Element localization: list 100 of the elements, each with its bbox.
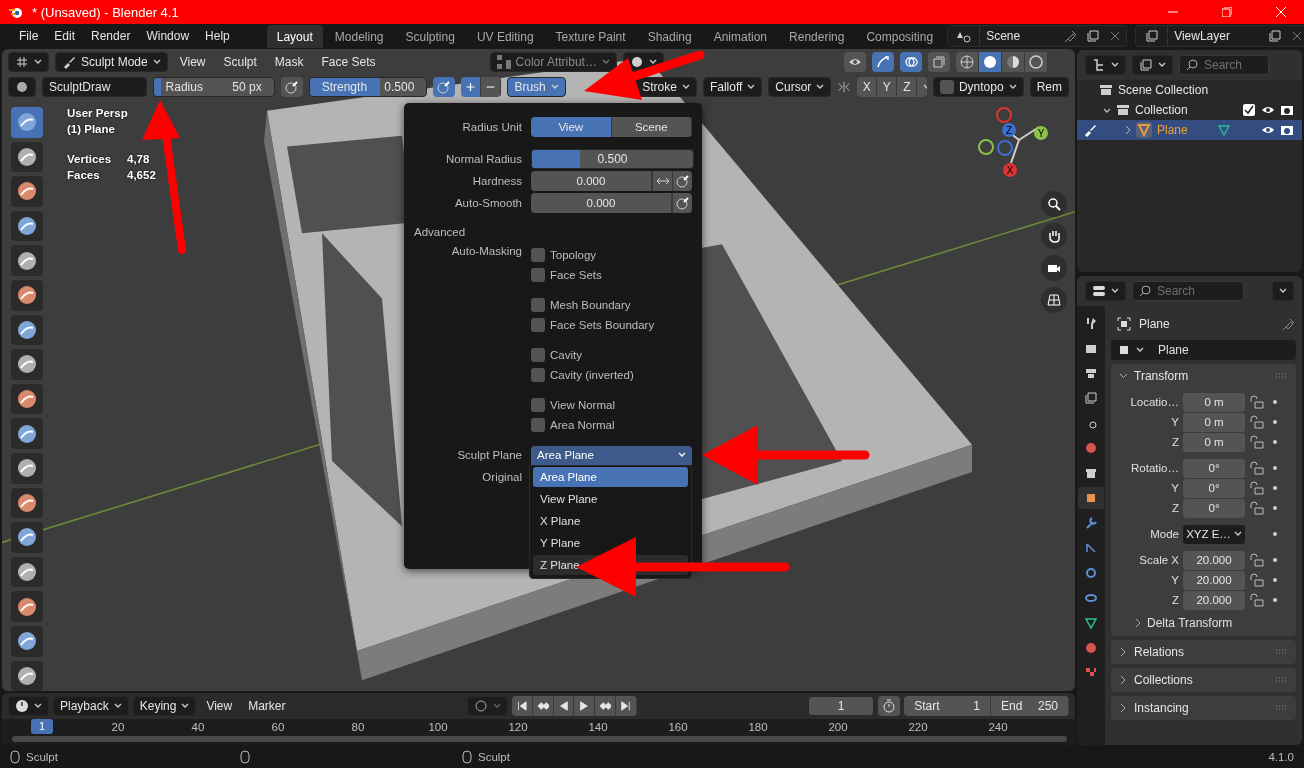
workspace-tab[interactable]: UV Editing xyxy=(466,25,544,48)
brush-tool-button[interactable] xyxy=(11,314,43,346)
axis-handle[interactable] xyxy=(978,139,994,155)
checkbox[interactable] xyxy=(531,398,545,412)
projection-button[interactable] xyxy=(1041,287,1067,313)
add-button[interactable] xyxy=(461,77,482,97)
invert-button[interactable] xyxy=(652,171,672,191)
checkbox[interactable] xyxy=(531,248,545,262)
brush-dropdown[interactable]: Brush xyxy=(507,77,566,97)
pressure-button[interactable] xyxy=(280,77,303,97)
keyframe-dot[interactable] xyxy=(1273,532,1277,536)
options-dropdown[interactable] xyxy=(1272,281,1294,301)
number-field[interactable]: 20.000 xyxy=(1183,590,1245,610)
number-field[interactable]: 0° xyxy=(1183,458,1245,478)
brush-tool-button[interactable] xyxy=(11,452,43,484)
axis-handle[interactable]: Z xyxy=(1002,123,1016,137)
shading-button[interactable] xyxy=(1001,52,1025,72)
brush-tool-button[interactable] xyxy=(11,383,43,415)
tree-item[interactable]: Collection xyxy=(1135,103,1237,117)
menu-option[interactable]: Y Plane xyxy=(533,533,688,553)
number-slider[interactable]: 0.500 xyxy=(531,149,694,169)
header-menu[interactable]: View xyxy=(173,53,212,71)
settings-dropdown[interactable]: Cursor xyxy=(768,77,832,97)
axis-handle[interactable] xyxy=(996,107,1012,123)
keyframe-dot[interactable] xyxy=(1273,558,1277,562)
brush-tool-button[interactable] xyxy=(11,176,43,207)
header-menu[interactable]: Mask xyxy=(268,53,310,71)
current-frame-marker[interactable]: 1 xyxy=(31,719,53,734)
dyntopo-dropdown[interactable]: Dyntopo xyxy=(932,77,1024,97)
end-frame-field[interactable]: End 250 xyxy=(991,696,1069,716)
remesh-dropdown[interactable]: Rem xyxy=(1029,77,1069,97)
keyframe-dot[interactable] xyxy=(1273,440,1277,444)
editor-type-button[interactable] xyxy=(8,52,49,72)
timeline-menu[interactable]: Marker xyxy=(242,697,292,715)
keyframe-dot[interactable] xyxy=(1273,578,1277,582)
checkbox-option[interactable]: View Normal xyxy=(531,395,692,415)
brush-tool-button[interactable] xyxy=(11,279,43,311)
axis-toggle[interactable]: Z xyxy=(897,77,918,97)
settings-dropdown[interactable]: Stroke xyxy=(635,77,697,97)
radius-unit-option[interactable]: View xyxy=(531,117,612,137)
keyframe-dot[interactable] xyxy=(1273,598,1277,602)
checkbox-option[interactable]: Face Sets Boundary xyxy=(531,315,692,335)
playback-button[interactable] xyxy=(553,696,575,716)
toggle-button[interactable] xyxy=(871,52,894,72)
pressure-button[interactable] xyxy=(672,171,692,191)
checkbox[interactable] xyxy=(531,268,545,282)
menu-item[interactable]: File xyxy=(12,26,46,46)
checkbox-option[interactable]: Cavity (inverted) xyxy=(531,365,692,385)
playback-button[interactable] xyxy=(574,696,596,716)
color-attribute-dropdown[interactable]: Color Attribut… xyxy=(489,52,617,72)
strength-slider[interactable]: Strength 0.500 xyxy=(308,77,428,97)
workspace-tab[interactable]: Shading xyxy=(637,25,702,48)
radius-unit-option[interactable]: Scene xyxy=(611,117,692,137)
number-field[interactable]: 0 m xyxy=(1183,412,1245,432)
brush-tool-button[interactable] xyxy=(11,556,43,588)
timeline-menu[interactable]: View xyxy=(200,697,239,715)
brush-tool-button[interactable] xyxy=(11,210,43,242)
display-mode-dropdown[interactable] xyxy=(1085,55,1126,75)
brush-preview-button[interactable] xyxy=(8,77,36,97)
playback-button[interactable] xyxy=(595,696,617,716)
object-name-field[interactable]: Plane xyxy=(1111,340,1296,360)
menu-item[interactable]: Help xyxy=(198,26,237,46)
scene-selector[interactable]: Scene xyxy=(947,25,1128,47)
number-field[interactable]: 20.000 xyxy=(1183,570,1245,590)
number-field[interactable]: 0 m xyxy=(1183,392,1245,412)
workspace-tab[interactable]: Layout xyxy=(266,25,323,48)
toggle-button[interactable] xyxy=(843,52,866,72)
menu-option[interactable]: View Plane xyxy=(533,489,688,509)
start-frame-field[interactable]: Start 1 xyxy=(904,696,991,716)
shading-button[interactable] xyxy=(1024,52,1048,72)
sculpt-plane-dropdown[interactable]: Area Plane xyxy=(531,445,692,465)
properties-tab[interactable] xyxy=(1078,487,1104,509)
panel-header[interactable]: Relations xyxy=(1111,640,1296,664)
checkbox[interactable] xyxy=(531,318,545,332)
playback-button[interactable] xyxy=(532,696,554,716)
current-frame-field[interactable]: 1 xyxy=(807,696,875,716)
checkbox[interactable] xyxy=(1242,103,1256,117)
subtract-button[interactable] xyxy=(481,77,502,97)
brush-tool-button[interactable] xyxy=(11,418,43,449)
editor-type-button[interactable] xyxy=(1085,281,1126,301)
keyframe-dot[interactable] xyxy=(1273,400,1277,404)
filter-dropdown[interactable] xyxy=(1132,55,1173,75)
shading-button[interactable] xyxy=(955,52,979,72)
brush-tool-button[interactable] xyxy=(11,349,43,380)
brush-tool-button[interactable] xyxy=(11,660,43,691)
checkbox-option[interactable]: Cavity xyxy=(531,345,692,365)
pressure-button[interactable] xyxy=(672,193,692,213)
workspace-tab[interactable]: Rendering xyxy=(779,25,855,48)
menu-item[interactable]: Edit xyxy=(47,26,83,46)
number-field[interactable]: 0° xyxy=(1183,478,1245,498)
number-field[interactable]: 0° xyxy=(1183,498,1245,518)
keyframe-dot[interactable] xyxy=(1273,420,1277,424)
settings-dropdown[interactable]: Falloff xyxy=(702,77,763,97)
checkbox-option[interactable]: Face Sets xyxy=(531,265,692,285)
auto-keying-toggle[interactable] xyxy=(467,696,508,716)
axis-toggle[interactable]: Y xyxy=(877,77,898,97)
pressure-button[interactable] xyxy=(433,77,456,97)
axis-handle[interactable] xyxy=(997,140,1013,156)
pan-button[interactable] xyxy=(1041,223,1067,249)
number-field[interactable]: 0 m xyxy=(1183,432,1245,452)
